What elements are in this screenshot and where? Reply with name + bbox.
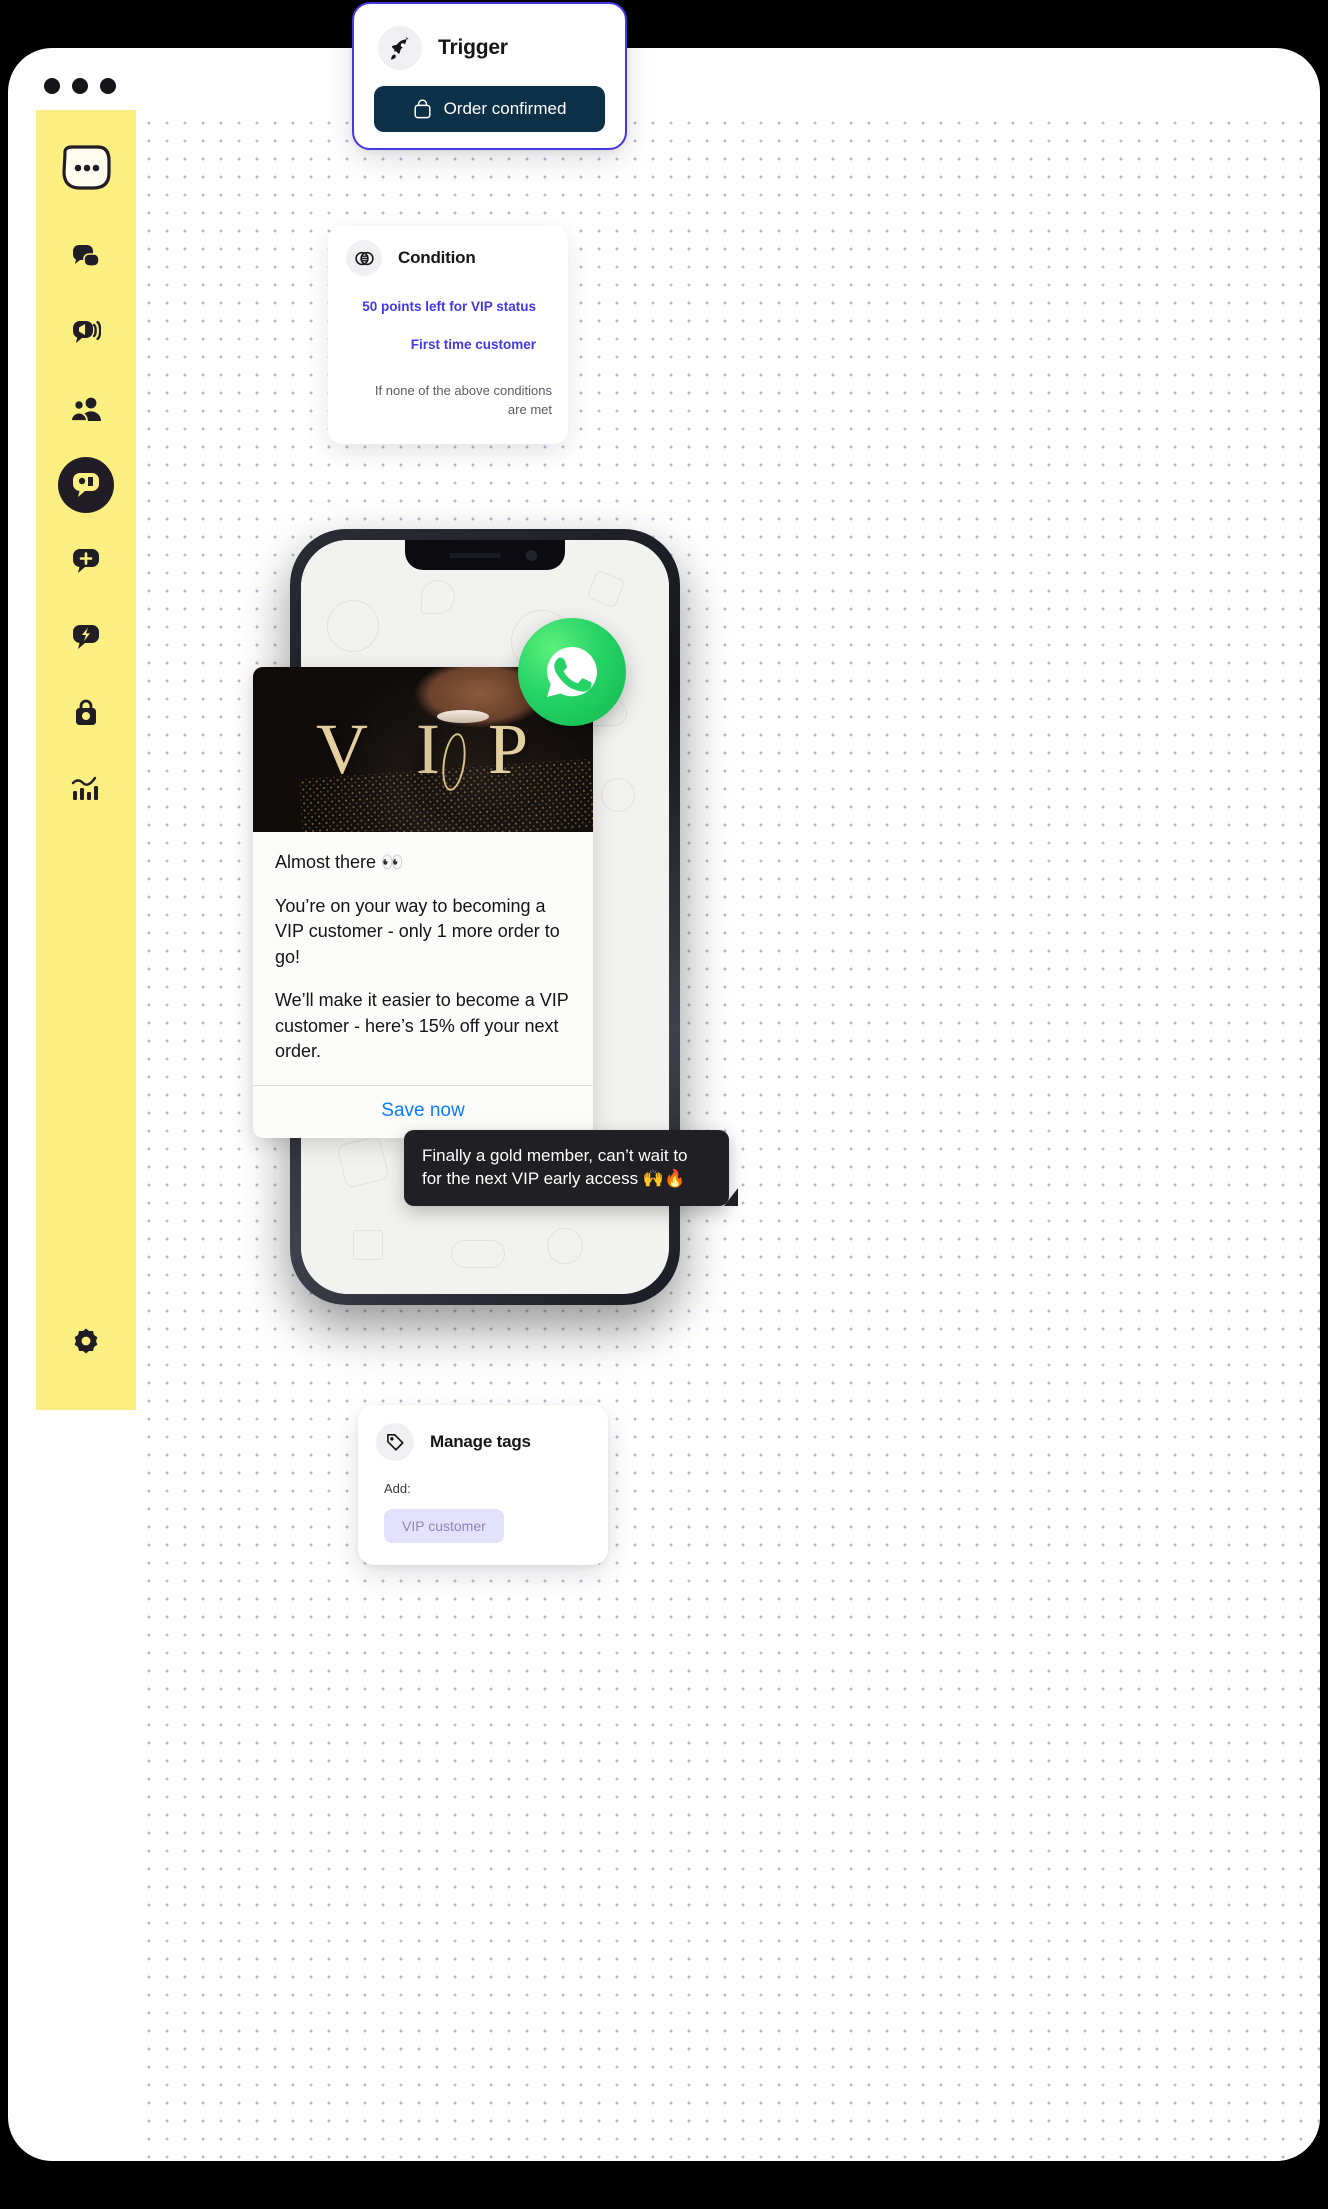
- incoming-reply-bubble: Finally a gold member, can’t wait to for…: [404, 1130, 738, 1206]
- sidebar-item-automation[interactable]: [58, 609, 114, 665]
- front-camera: [526, 550, 537, 561]
- chat-bubbles-icon: [72, 245, 100, 271]
- window-controls[interactable]: [44, 78, 116, 94]
- manage-tags-node[interactable]: Manage tags Add: VIP customer: [358, 1405, 608, 1565]
- people-icon: [70, 397, 101, 422]
- trigger-title: Trigger: [438, 36, 508, 59]
- venn-diagram-icon: [346, 240, 382, 276]
- condition-title: Condition: [398, 248, 476, 267]
- maximize-icon[interactable]: [100, 78, 116, 94]
- message-headline: Almost there 👀: [275, 852, 404, 872]
- sidebar-item-settings[interactable]: [58, 1314, 114, 1370]
- sidebar-item-flows[interactable]: [58, 457, 114, 513]
- rocket-icon: [378, 26, 422, 70]
- plus-bubble-icon: [72, 549, 99, 573]
- sidebar-item-contacts[interactable]: [58, 381, 114, 437]
- lightning-bubble-icon: [72, 625, 99, 649]
- message-paragraph-2: We’ll make it easier to become a VIP cus…: [275, 990, 569, 1062]
- bar-chart-icon: [71, 776, 98, 800]
- minimize-icon[interactable]: [72, 78, 88, 94]
- condition-branch-2[interactable]: First time customer: [395, 338, 552, 352]
- close-icon[interactable]: [44, 78, 60, 94]
- phone-notch: [405, 540, 565, 570]
- trigger-event-chip[interactable]: Order confirmed: [374, 86, 605, 132]
- shopping-bag-icon: [76, 699, 96, 725]
- chat-logo[interactable]: [60, 144, 112, 197]
- manage-tags-header: Manage tags: [358, 1405, 608, 1471]
- trigger-header: Trigger: [354, 4, 625, 84]
- trigger-node[interactable]: Trigger Order confirmed: [352, 2, 627, 150]
- condition-header: Condition: [328, 226, 568, 284]
- sidebar-item-add[interactable]: [58, 533, 114, 589]
- earpiece-speaker: [449, 553, 501, 558]
- trigger-event-label: Order confirmed: [443, 99, 567, 118]
- condition-branch-1[interactable]: 50 points left for VIP status: [346, 300, 552, 314]
- condition-fallback-label: If none of the above conditions are met: [374, 383, 552, 417]
- tag-chip-vip-customer[interactable]: VIP customer: [384, 1509, 504, 1543]
- gear-icon: [74, 1328, 98, 1354]
- sidebar: [36, 110, 136, 1410]
- sidebar-item-commerce[interactable]: [58, 685, 114, 741]
- sidebar-item-analytics[interactable]: [58, 761, 114, 817]
- sidebar-item-broadcast[interactable]: [58, 305, 114, 361]
- whatsapp-message-card: VIP Almost there 👀 You’re on your way to…: [253, 667, 593, 1138]
- megaphone-chat-icon: [72, 321, 101, 343]
- manage-tags-title: Manage tags: [430, 1432, 531, 1451]
- message-paragraph-1: You’re on your way to becoming a VIP cus…: [275, 895, 560, 967]
- whatsapp-icon: [518, 618, 626, 726]
- flow-chat-icon: [72, 473, 99, 497]
- sidebar-item-inbox[interactable]: [58, 229, 114, 285]
- tag-icon: [376, 1423, 414, 1461]
- condition-node[interactable]: Condition 50 points left for VIP status …: [328, 226, 568, 444]
- shopping-bag-icon: [414, 99, 431, 119]
- message-body: Almost there 👀 You’re on your way to bec…: [253, 832, 593, 1081]
- manage-tags-action-label: Add:: [384, 1481, 411, 1496]
